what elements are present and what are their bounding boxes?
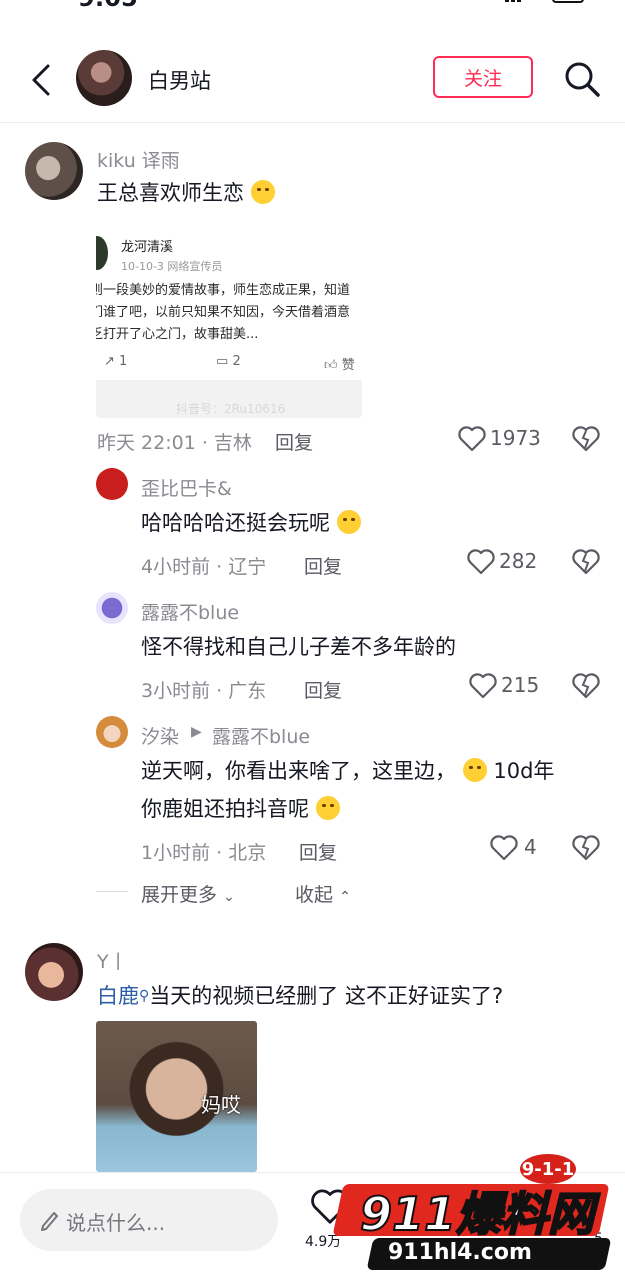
- reply-text-line2: 你鹿姐还拍抖音呢: [141, 797, 309, 821]
- avatar[interactable]: [96, 716, 128, 748]
- like-count: 215: [501, 673, 540, 697]
- like-button[interactable]: 282: [467, 549, 537, 575]
- card-body-line: 乏打开了心之门，故事甜美...: [96, 327, 259, 342]
- crying-laugh-emoji-icon: [315, 796, 340, 820]
- comment-time: 昨天 22:01 · 吉林: [97, 432, 252, 454]
- reply-time: 3小时前 · 广东: [141, 680, 267, 702]
- watermark-url: 911hl4.com: [388, 1240, 532, 1265]
- reply-username[interactable]: 歪比巴卡&: [141, 474, 232, 501]
- card-avatar: [96, 236, 108, 270]
- reply-username[interactable]: 露露不blue: [141, 598, 239, 625]
- reply-username[interactable]: 汐染: [141, 722, 179, 749]
- comment-icon: ▭: [216, 354, 229, 369]
- avatar[interactable]: [25, 142, 83, 200]
- like-button[interactable]: 215: [469, 673, 539, 699]
- comment-username[interactable]: kiku 译雨: [97, 146, 180, 173]
- like-count: 282: [499, 549, 538, 573]
- avatar[interactable]: [96, 468, 128, 500]
- card-like: 👍︎ 赞: [324, 354, 355, 373]
- comment-input-placeholder: 说点什么...: [66, 1211, 166, 1235]
- status-bar: 9:05: [0, 0, 625, 12]
- reply-time: 1小时前 · 北京: [141, 842, 267, 864]
- comment-gif-image[interactable]: 妈哎: [96, 1021, 257, 1172]
- pencil-icon: [40, 1209, 60, 1235]
- search-icon[interactable]: [563, 60, 601, 98]
- card-share-count: 1: [119, 354, 128, 369]
- watermark-badge: 9-1-1: [520, 1154, 576, 1184]
- reply-button[interactable]: 回复: [304, 552, 342, 579]
- grin-emoji-icon: [336, 510, 361, 534]
- card-like-label: 赞: [341, 358, 355, 373]
- back-icon[interactable]: [28, 62, 54, 98]
- dislike-icon[interactable]: [572, 673, 600, 703]
- comment-text: 白鹿⚲当天的视频已经删了 这不正好证实了?: [97, 977, 503, 1015]
- gif-caption: 妈哎: [201, 1093, 241, 1117]
- card-comments: ▭ 2: [216, 354, 241, 369]
- follow-button[interactable]: 关注: [433, 56, 533, 98]
- share-icon: ↗: [104, 354, 115, 369]
- status-icons: [505, 0, 585, 8]
- like-button[interactable]: 4: [490, 835, 537, 861]
- dislike-icon[interactable]: [572, 426, 600, 456]
- chevron-up-icon: ⌃: [339, 889, 351, 905]
- card-author: 龙河清溪: [121, 240, 174, 255]
- crying-laugh-emoji-icon: [462, 758, 487, 782]
- reply-text: 哈哈哈哈还挺会玩呢: [141, 504, 361, 542]
- comment-text-content: 当天的视频已经删了 这不正好证实了?: [149, 984, 504, 1008]
- comment-username[interactable]: Y丨: [97, 947, 128, 974]
- status-time: 9:05: [78, 0, 138, 12]
- dislike-icon[interactable]: [572, 549, 600, 579]
- search-icon: ⚲: [139, 988, 150, 1004]
- reply-text-line1: 逆天啊，你看出来啥了，这里边，: [141, 759, 456, 783]
- site-watermark: 911爆料网 911hl4.com 9-1-1: [330, 1148, 620, 1276]
- collapse-button[interactable]: 收起 ⌃: [295, 880, 351, 907]
- reply-button[interactable]: 回复: [299, 838, 337, 865]
- thread-divider: [96, 891, 128, 892]
- card-comment-count: 2: [232, 354, 241, 369]
- mention-link[interactable]: 白鹿: [97, 984, 139, 1008]
- reply-time: 4小时前 · 辽宁: [141, 556, 267, 578]
- reply-text: 逆天啊，你看出来啥了，这里边， 10d年: [141, 752, 554, 790]
- heart-icon: [490, 835, 518, 861]
- heart-icon: [469, 673, 497, 699]
- expand-more-label: 展开更多: [141, 884, 218, 906]
- comment-text: 王总喜欢师生恋: [97, 174, 275, 212]
- collapse-label: 收起: [295, 884, 334, 906]
- crying-laugh-emoji-icon: [250, 180, 275, 204]
- reply-to-username[interactable]: 露露不blue: [212, 722, 310, 749]
- header: 白男站 关注: [0, 40, 625, 123]
- expand-more-button[interactable]: 展开更多 ⌄: [141, 880, 235, 907]
- like-button[interactable]: 1973: [458, 426, 541, 452]
- card-body-line: 们谁了吧，以前只知果不知因，今天借着酒意: [96, 305, 351, 320]
- comment-text-content: 王总喜欢师生恋: [97, 181, 244, 205]
- dislike-icon[interactable]: [572, 835, 600, 865]
- reply-text: 怪不得找和自己儿子差不多年龄的: [141, 635, 456, 659]
- reply-button[interactable]: 回复: [304, 676, 342, 703]
- heart-icon: [467, 549, 495, 575]
- author-avatar[interactable]: [76, 50, 132, 106]
- reply-text: 你鹿姐还拍抖音呢: [141, 790, 340, 828]
- card-content: 龙河清溪 10-10-3 网络宣传员 则一段美妙的爱情故事，师生恋成正果，知道 …: [96, 220, 362, 380]
- reply-text-content: 哈哈哈哈还挺会玩呢: [141, 511, 330, 535]
- reply-button[interactable]: 回复: [275, 428, 313, 455]
- avatar[interactable]: [96, 592, 128, 624]
- chevron-down-icon: ⌄: [223, 889, 235, 905]
- like-count: 1973: [490, 426, 541, 450]
- douyin-id-watermark: 抖音号：2Ru10616: [176, 402, 286, 416]
- card-share: ↗ 1: [104, 354, 127, 369]
- page-title[interactable]: 白男站: [148, 65, 211, 95]
- card-body-line: 则一段美妙的爱情故事，师生恋成正果，知道: [96, 283, 351, 298]
- heart-icon: [458, 426, 486, 452]
- comment-input[interactable]: 说点什么...: [20, 1189, 278, 1251]
- like-count: 4: [524, 835, 537, 859]
- thumb-icon: 👍︎: [324, 358, 338, 373]
- avatar[interactable]: [25, 943, 83, 1001]
- reply-text-line1b: 10d年: [493, 759, 555, 783]
- card-date: 10-10-3 网络宣传员: [121, 260, 223, 273]
- comment-image-card[interactable]: 龙河清溪 10-10-3 网络宣传员 则一段美妙的爱情故事，师生恋成正果，知道 …: [96, 220, 362, 418]
- watermark-brand: 911爆料网: [359, 1186, 595, 1242]
- reply-arrow-icon: ▶: [191, 724, 202, 740]
